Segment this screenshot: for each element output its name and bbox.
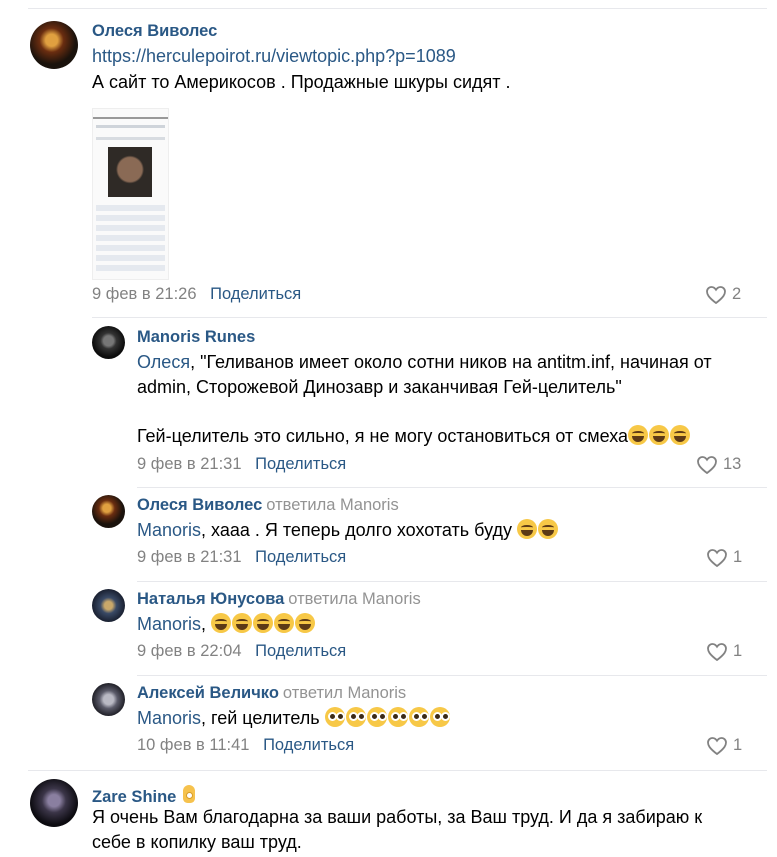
flushed-face-emoji: [387, 707, 408, 727]
text-fragment: , "Геливанов имеет около сотни ников на …: [190, 352, 712, 372]
rolling-on-floor-laughing-emoji: [253, 613, 274, 633]
rolling-on-floor-laughing-emoji: [538, 519, 559, 539]
like-count: 13: [723, 455, 742, 473]
like-count: 1: [733, 548, 743, 566]
heart-outline-icon: [707, 548, 727, 567]
rolling-on-floor-laughing-emoji: [295, 613, 316, 633]
avatar[interactable]: [92, 326, 125, 359]
share-button[interactable]: Поделиться: [255, 455, 346, 473]
url-link[interactable]: https://herculepoirot.ru/viewtopic.php?p…: [92, 46, 456, 66]
text-fragment: ,: [201, 614, 207, 634]
comment-meta: 10 фев в 11:41 Поделиться: [137, 736, 354, 755]
comment-link-line: https://herculepoirot.ru/viewtopic.php?p…: [92, 44, 456, 68]
flushed-face-emoji: [366, 707, 387, 727]
comment-text-line: себе в копилку ваш труд.: [92, 832, 302, 852]
share-button[interactable]: Поделиться: [255, 642, 346, 660]
comment-date-link[interactable]: 9 фев в 21:26: [92, 285, 197, 303]
comment-text-line: admin, Сторожевой Динозавр и заканчивая …: [137, 377, 622, 397]
like-button[interactable]: 1: [707, 736, 742, 755]
comment-meta: 9 фев в 21:31 Поделиться: [137, 548, 346, 567]
divider: [137, 581, 767, 582]
author-name-link[interactable]: Олеся Виволес: [137, 496, 262, 514]
text-fragment: , гей целитель: [201, 708, 320, 728]
comment-text-line: Manoris, хааа . Я теперь долго хохотать …: [137, 518, 559, 542]
text-fragment: Гей-целитель это сильно, я не могу остан…: [137, 426, 629, 446]
flushed-face-emoji: [429, 707, 450, 727]
comment-author: Олеся Виволес ответила Manoris: [137, 496, 399, 515]
rolling-on-floor-laughing-emoji: [670, 425, 691, 445]
comment-meta: 9 фев в 21:31 Поделиться: [137, 455, 346, 474]
heart-outline-icon: [707, 736, 727, 755]
divider: [92, 317, 767, 318]
comment-author: Алексей Величко ответил Manoris: [137, 684, 406, 703]
text-fragment: , хааа . Я теперь долго хохотать буду: [201, 520, 512, 540]
comment-text: А сайт то Америкосов . Продажные шкуры с…: [92, 72, 511, 92]
flushed-face-emoji: [408, 707, 429, 727]
avatar[interactable]: [30, 21, 78, 69]
avatar[interactable]: [92, 683, 125, 716]
reply-to-label[interactable]: ответила Manoris: [288, 590, 420, 608]
comment-text-line: Manoris,: [137, 612, 316, 636]
divider: [137, 675, 767, 676]
rolling-on-floor-laughing-emoji: [232, 613, 253, 633]
attached-screenshot-image[interactable]: [92, 108, 169, 280]
author-name-link[interactable]: Алексей Величко: [137, 684, 279, 702]
top-divider: [28, 8, 767, 9]
comment-text-line: Гей-целитель это сильно, я не могу остан…: [137, 424, 691, 448]
comment-date-link[interactable]: 9 фев в 22:04: [137, 642, 242, 660]
comment-text-line: Олеся, "Геливанов имеет около сотни нико…: [137, 350, 712, 374]
heart-outline-icon: [707, 642, 727, 661]
avatar[interactable]: [92, 495, 125, 528]
comment-meta: 9 фев в 21:26 Поделиться: [92, 285, 301, 304]
mention-link[interactable]: Manoris: [137, 614, 201, 634]
flushed-face-emoji: [324, 707, 345, 727]
flushed-face-emoji: [345, 707, 366, 727]
comment-author: Олеся Виволес: [92, 22, 217, 41]
comment-meta: 9 фев в 22:04 Поделиться: [137, 642, 346, 661]
divider: [137, 487, 767, 488]
rolling-on-floor-laughing-emoji: [274, 613, 295, 633]
like-button[interactable]: 1: [707, 548, 742, 567]
rolling-on-floor-laughing-emoji: [211, 613, 232, 633]
like-button[interactable]: 1: [707, 642, 742, 661]
reply-to-label[interactable]: ответила Manoris: [266, 496, 398, 514]
heart-outline-icon: [706, 285, 726, 304]
reply-to-label[interactable]: ответил Manoris: [283, 684, 406, 702]
rolling-on-floor-laughing-emoji: [649, 425, 670, 445]
author-name-link[interactable]: Олеся Виволес: [92, 22, 217, 40]
like-count: 1: [733, 736, 743, 754]
mention-link[interactable]: Олеся: [137, 352, 190, 372]
author-name-link[interactable]: Наталья Юнусова: [137, 590, 284, 608]
comment-text-line: Manoris, гей целитель: [137, 706, 451, 730]
rolling-on-floor-laughing-emoji: [628, 425, 649, 445]
author-name-link[interactable]: Manoris Runes: [137, 328, 255, 346]
comment-author: Наталья Юнусова ответила Manoris: [137, 590, 421, 609]
mention-link[interactable]: Manoris: [137, 708, 201, 728]
share-button[interactable]: Поделиться: [210, 285, 301, 303]
author-name-link[interactable]: Zare Shine: [92, 788, 176, 806]
comment-text-line: Я очень Вам благодарна за ваши работы, з…: [92, 807, 703, 827]
comment-date-link[interactable]: 9 фев в 21:31: [137, 455, 242, 473]
mention-link[interactable]: Manoris: [137, 520, 201, 540]
comment-date-link[interactable]: 9 фев в 21:31: [137, 548, 242, 566]
avatar[interactable]: [92, 589, 125, 622]
rolling-on-floor-laughing-emoji: [517, 519, 538, 539]
share-button[interactable]: Поделиться: [255, 548, 346, 566]
like-count: 1: [733, 642, 743, 660]
divider: [28, 770, 767, 771]
avatar[interactable]: [30, 779, 78, 827]
comment-author: Zare Shine: [92, 783, 200, 807]
like-count: 2: [732, 285, 742, 303]
like-button[interactable]: 2: [706, 285, 741, 304]
share-button[interactable]: Поделиться: [263, 736, 354, 754]
like-button[interactable]: 13: [697, 455, 741, 474]
comment-author: Manoris Runes: [137, 328, 255, 347]
comment-date-link[interactable]: 10 фев в 11:41: [137, 736, 249, 754]
ok-hand-emoji: [181, 783, 199, 805]
heart-outline-icon: [697, 455, 717, 474]
